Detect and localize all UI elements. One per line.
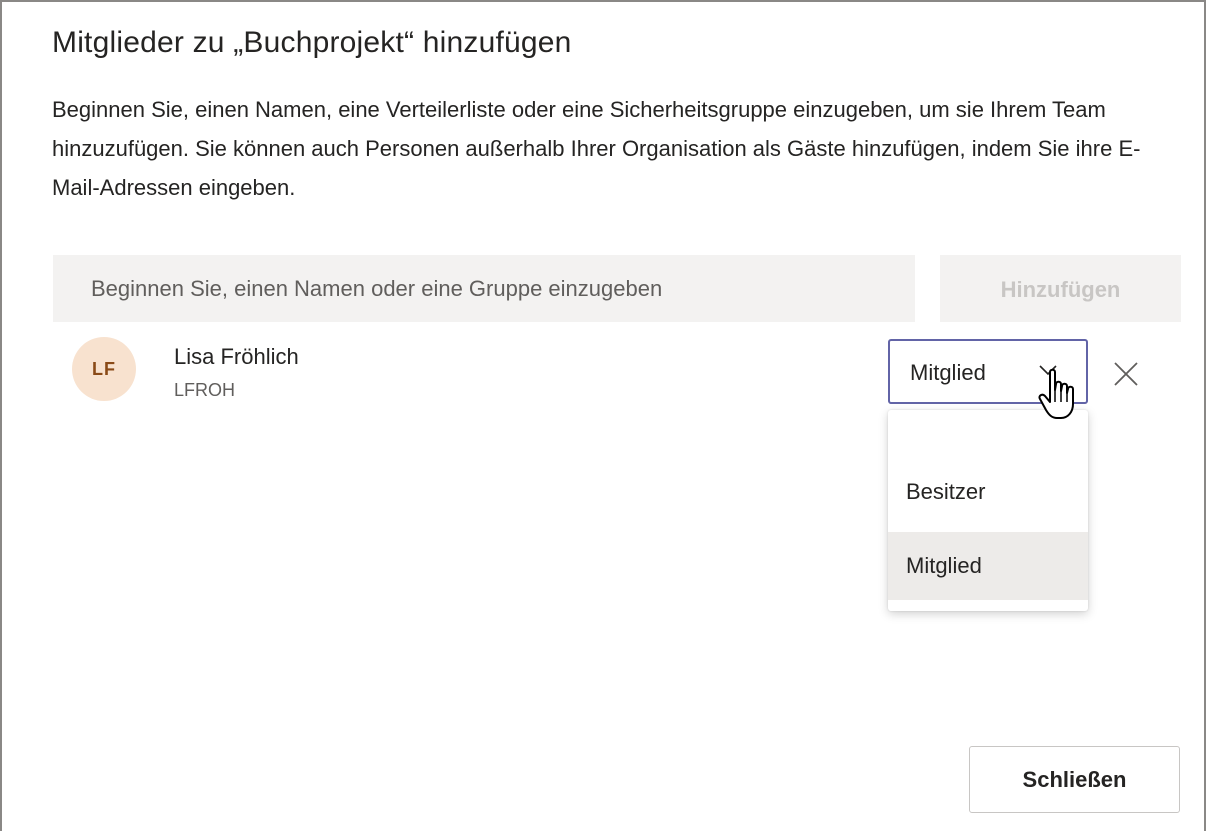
chevron-down-icon <box>1039 365 1057 376</box>
add-members-dialog: Mitglieder zu „Buchprojekt“ hinzufügen B… <box>0 0 1206 831</box>
role-dropdown-menu: Besitzer Mitglied <box>888 410 1088 611</box>
remove-member-button[interactable] <box>1106 354 1146 394</box>
role-select-value: Mitglied <box>910 360 986 385</box>
member-name: Lisa Fröhlich <box>174 344 299 369</box>
close-button[interactable]: Schließen <box>969 746 1180 813</box>
close-icon <box>1114 362 1138 386</box>
dialog-description: Beginnen Sie, einen Namen, eine Verteile… <box>52 97 1141 200</box>
role-option-member[interactable]: Mitglied <box>888 532 1088 600</box>
role-option-owner[interactable]: Besitzer <box>888 458 1088 526</box>
avatar: LF <box>72 337 136 401</box>
member-id: LFROH <box>174 380 236 400</box>
role-select[interactable]: Mitglied <box>888 339 1088 404</box>
dialog-title: Mitglieder zu „Buchprojekt“ hinzufügen <box>52 26 572 59</box>
add-button[interactable]: Hinzufügen <box>940 255 1181 322</box>
member-search-input[interactable] <box>53 255 915 322</box>
